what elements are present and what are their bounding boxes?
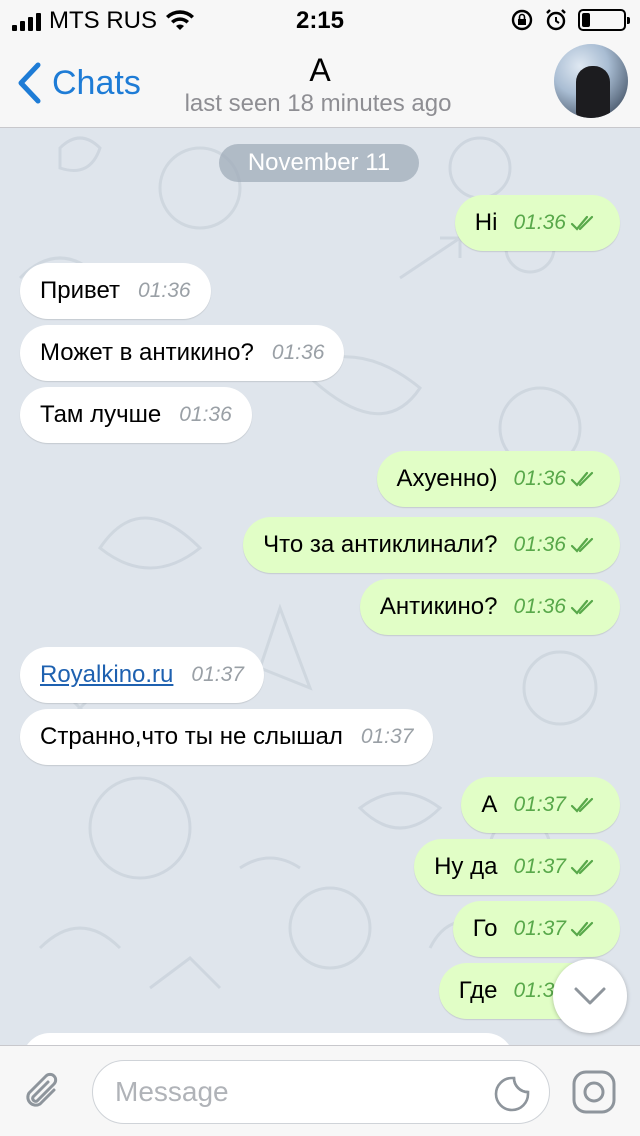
message-text: Там лучше [40,401,162,428]
chat-header: Chats А last seen 18 minutes ago [0,40,640,128]
status-bar-right [510,8,630,32]
incoming-message[interactable]: Привет 01:36 [20,263,211,319]
message-link[interactable]: Royalkino.ru [40,661,173,689]
message-input[interactable] [115,1071,475,1113]
partial-message-bubble [22,1033,514,1045]
message-time: 01:36 [513,467,566,490]
message-time: 01:37 [191,663,244,686]
scroll-to-bottom-button[interactable] [553,959,627,1033]
battery-icon [578,9,630,31]
message-time: 01:36 [513,533,566,556]
message-text: Антикино? [379,593,498,620]
outgoing-message[interactable]: Ахуенно) 01:36 [376,451,620,507]
incoming-message[interactable]: Там лучше 01:36 [20,387,252,443]
message-field[interactable] [92,1060,550,1124]
outgoing-message[interactable]: Что за антиклинали? 01:36 [243,517,620,573]
chat-title[interactable]: А [0,52,640,89]
message-text: Может в антикино? [40,339,254,366]
sticker-icon[interactable] [493,1075,531,1113]
outgoing-message[interactable]: Го 01:37 [452,901,620,957]
message-time: 01:37 [513,793,566,816]
camera-icon[interactable] [570,1068,618,1116]
incoming-message[interactable]: Royalkino.ru 01:37 [20,647,264,703]
message-text: А [481,791,498,818]
message-list[interactable]: November 11 Hi 01:36 Привет 01:36 Может в ан… [0,128,640,1045]
outgoing-message[interactable]: Ну да 01:37 [414,839,620,895]
paperclip-icon[interactable] [20,1068,68,1116]
message-time: 01:37 [513,917,566,940]
incoming-message[interactable]: Может в антикино? 01:36 [20,325,345,381]
read-checkmarks-icon [566,536,600,554]
message-time: 01:36 [513,595,566,618]
message-text: Что за антиклинали? [263,531,498,558]
message-text: Hi [474,209,498,236]
status-bar: MTS RUS 2:15 [0,0,640,40]
outgoing-message[interactable]: Hi 01:36 [454,195,620,251]
rotation-lock-icon [511,9,533,31]
message-time: 01:37 [360,725,414,748]
message-text: Странно,что ты не слышал [40,723,343,750]
message-time: 01:36 [138,279,191,302]
alarm-icon [546,9,566,31]
outgoing-message[interactable]: Антикино? 01:36 [359,579,620,635]
read-checkmarks-icon [566,598,600,616]
message-text: Где [458,977,498,1004]
outgoing-message[interactable]: А 01:37 [461,777,620,833]
message-text: Ахуенно) [396,465,498,492]
chevron-down-icon [574,987,606,1005]
read-checkmarks-icon [566,920,600,938]
composer-bar [0,1045,640,1136]
message-time: 01:36 [271,341,325,364]
avatar[interactable] [554,44,628,118]
read-checkmarks-icon [566,858,600,876]
message-time: 01:36 [179,403,232,426]
date-separator: November 11 [219,144,419,182]
message-text: Ну да [434,853,498,880]
read-checkmarks-icon [566,470,600,488]
read-checkmarks-icon [566,214,600,232]
message-time: 01:37 [513,855,566,878]
message-time: 01:36 [513,211,566,234]
message-text: Привет [40,277,121,304]
read-checkmarks-icon [566,796,600,814]
incoming-message[interactable]: Странно,что ты не слышал 01:37 [20,709,434,765]
message-text: Го [472,915,498,942]
last-seen-status: last seen 18 minutes ago [184,90,452,117]
